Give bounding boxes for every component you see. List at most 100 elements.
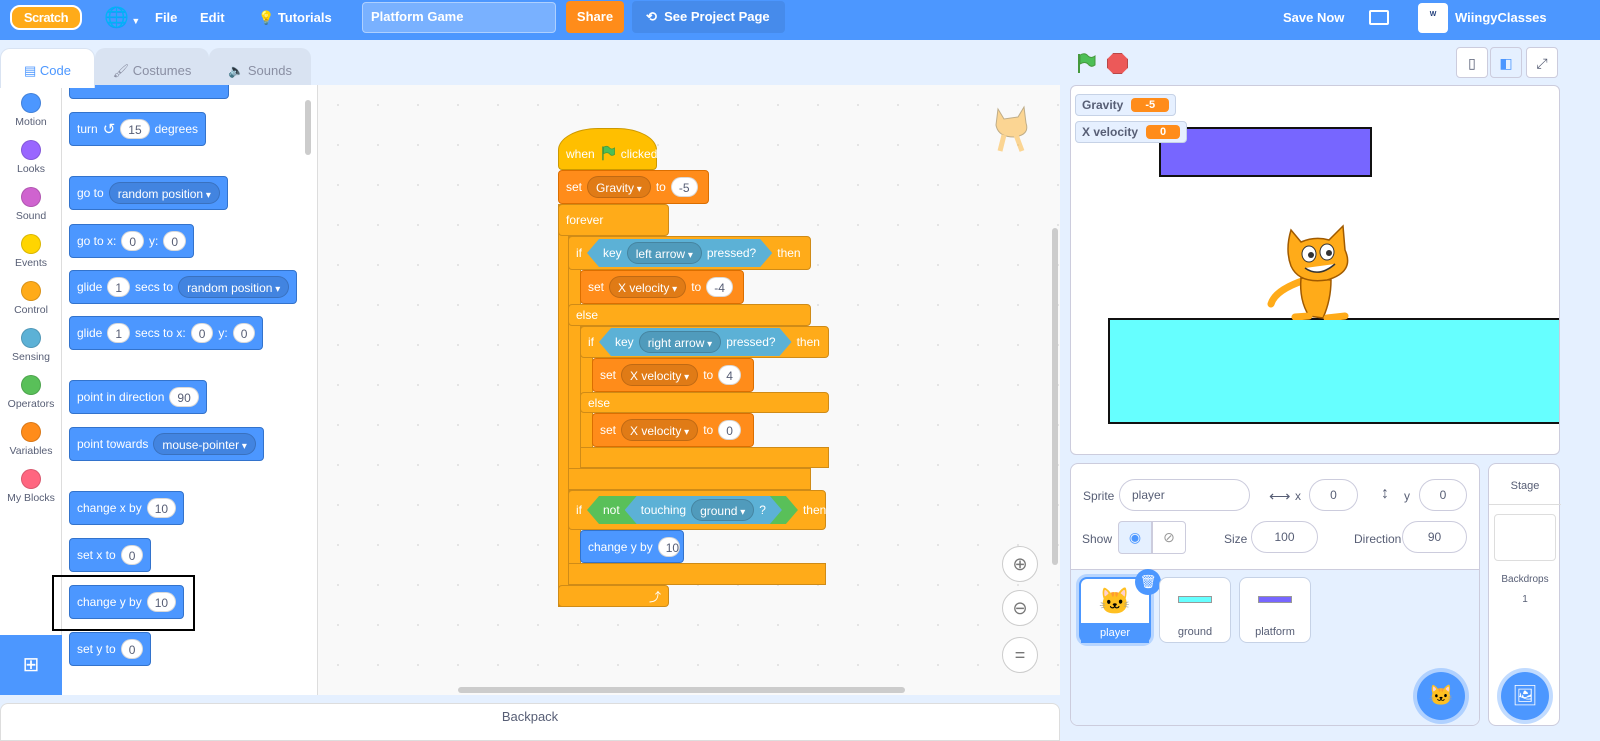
if-else-block[interactable]: if key left arrow pressed? then <box>568 236 811 270</box>
dropdown-menu[interactable]: ground <box>691 499 754 521</box>
choose-sprite-button[interactable]: 🐱 <box>1417 672 1465 720</box>
category-sensing[interactable]: Sensing <box>0 328 62 363</box>
number-input[interactable]: 1 <box>107 277 131 297</box>
fullscreen-button[interactable]: ⤢ <box>1526 47 1558 78</box>
dropdown-menu[interactable]: X velocity <box>609 276 687 298</box>
set-x-to-block[interactable]: set x to 0 <box>69 538 152 572</box>
stage-canvas[interactable]: Gravity -5 X velocity 0 <box>1070 85 1560 455</box>
zoom-out-button[interactable]: ⊖ <box>1002 590 1038 626</box>
point-towards-block[interactable]: point towards mouse-pointer <box>69 427 264 461</box>
set-y-to-block[interactable]: set y to 0 <box>69 632 152 666</box>
delete-sprite-button[interactable]: 🗑 <box>1135 569 1161 595</box>
number-input[interactable]: 0 <box>120 639 144 659</box>
number-input[interactable]: 10 <box>657 536 680 557</box>
choose-backdrop-button[interactable]: 🖼 <box>1501 672 1549 720</box>
tab-sounds[interactable]: 🔈 Sounds <box>209 48 311 88</box>
stage-selector[interactable]: Stage Backdrops 1 🖼 <box>1488 463 1561 726</box>
stop-button[interactable] <box>1107 53 1128 74</box>
number-input[interactable]: 0 <box>190 323 214 343</box>
number-input[interactable]: -5 <box>670 177 698 197</box>
tab-code[interactable]: ▤ Code <box>0 48 95 88</box>
edit-menu[interactable]: Edit <box>200 0 225 40</box>
number-input[interactable]: -4 <box>706 277 733 297</box>
inner-if-else-block[interactable]: if key right arrow pressed? then <box>580 326 829 358</box>
set-x-velocity-block[interactable]: set X velocity to 0 <box>592 413 754 447</box>
dropdown-menu[interactable]: random position <box>108 182 220 204</box>
direction-input[interactable]: 90 <box>1402 521 1467 553</box>
ground-sprite[interactable] <box>1108 318 1559 424</box>
platform-sprite[interactable] <box>1159 127 1372 177</box>
x-input[interactable]: 0 <box>1309 479 1358 511</box>
number-input[interactable]: 10 <box>146 498 177 518</box>
see-project-page-button[interactable]: ⟲ See Project Page <box>632 1 785 33</box>
dropdown-menu[interactable]: X velocity <box>621 364 699 386</box>
sprite-thumbnail-ground[interactable]: ground <box>1159 577 1231 643</box>
share-button[interactable]: Share <box>566 1 624 33</box>
hide-button[interactable]: ⊘ <box>1152 521 1186 554</box>
y-input[interactable]: 0 <box>1419 479 1467 511</box>
language-menu[interactable]: 🌐 ▼ <box>104 0 140 40</box>
avatar[interactable]: W <box>1418 3 1448 33</box>
my-stuff-folder-icon[interactable] <box>1369 10 1389 25</box>
category-motion[interactable]: Motion <box>0 93 62 128</box>
turn-degrees-block[interactable]: turn ↺ 15 degrees <box>69 112 206 146</box>
category-looks[interactable]: Looks <box>0 140 62 175</box>
category-operators[interactable]: Operators <box>0 375 62 410</box>
if-block[interactable]: if not touching ground? then <box>568 490 826 530</box>
green-flag-button[interactable] <box>1075 52 1097 74</box>
category-variables[interactable]: Variables <box>0 422 62 457</box>
add-extension-button[interactable]: ⊞ <box>0 635 62 695</box>
project-title-input[interactable]: Platform Game <box>362 2 556 33</box>
dropdown-menu[interactable]: mouse-pointer <box>153 433 256 455</box>
number-input[interactable]: 4 <box>718 365 741 385</box>
else-label[interactable]: else <box>568 304 811 326</box>
dropdown-menu[interactable]: right arrow <box>639 331 722 353</box>
go-to-block[interactable]: go to random position <box>69 176 228 210</box>
save-now-button[interactable]: Save Now <box>1283 0 1344 40</box>
script-vertical-scrollbar[interactable] <box>1052 228 1058 565</box>
number-input[interactable]: 90 <box>169 387 199 407</box>
backdrop-thumbnail[interactable] <box>1494 514 1556 561</box>
dropdown-menu[interactable]: left arrow <box>627 242 702 264</box>
zoom-reset-button[interactable]: = <box>1002 637 1038 673</box>
category-control[interactable]: Control <box>0 281 62 316</box>
number-input[interactable]: 0 <box>163 231 187 251</box>
player-cat-sprite[interactable] <box>1265 220 1365 320</box>
category-sound[interactable]: Sound <box>0 187 62 222</box>
palette-scrollbar[interactable] <box>305 100 311 155</box>
dropdown-menu[interactable]: X velocity <box>621 419 699 441</box>
tutorials-menu[interactable]: 💡 Tutorials <box>258 0 332 40</box>
when-flag-clicked-block[interactable]: when clicked <box>558 128 657 170</box>
dropdown-menu[interactable]: Gravity <box>587 176 651 198</box>
number-input[interactable]: 0 <box>121 231 145 251</box>
number-input[interactable]: 15 <box>120 119 150 139</box>
sensing-boolean-reporter[interactable]: key right arrow pressed? <box>599 328 792 356</box>
number-input[interactable]: 0 <box>718 420 741 440</box>
dropdown-menu[interactable]: random position <box>178 276 290 298</box>
glide-to-xy-block[interactable]: glide 1 secs to x: 0 y: 0 <box>69 316 264 350</box>
change-y-by-block[interactable]: change y by 10 <box>580 530 684 563</box>
size-input[interactable]: 100 <box>1251 521 1318 553</box>
small-stage-button[interactable]: ▯ <box>1456 47 1488 78</box>
show-visible-button[interactable]: ◉ <box>1118 521 1152 554</box>
point-in-direction-block[interactable]: point in direction 90 <box>69 380 207 414</box>
operators-boolean-reporter[interactable]: not touching ground? <box>587 496 798 524</box>
set-gravity-block[interactable]: set Gravity to -5 <box>558 170 709 204</box>
zoom-in-button[interactable]: ⊕ <box>1002 546 1038 582</box>
sensing-boolean-reporter[interactable]: touching ground? <box>625 496 782 524</box>
set-x-velocity-block[interactable]: set X velocity to -4 <box>580 270 744 304</box>
category-events[interactable]: Events <box>0 234 62 269</box>
gravity-monitor[interactable]: Gravity -5 <box>1075 94 1177 116</box>
change-x-by-block[interactable]: change x by 10 <box>69 491 185 525</box>
number-input[interactable]: 1 <box>107 323 131 343</box>
script-horizontal-scrollbar[interactable] <box>458 687 905 693</box>
file-menu[interactable]: File <box>155 0 177 40</box>
forever-block[interactable]: forever <box>558 204 669 236</box>
sensing-boolean-reporter[interactable]: key left arrow pressed? <box>587 239 772 267</box>
x-velocity-monitor[interactable]: X velocity 0 <box>1075 121 1188 143</box>
username-menu[interactable]: WiingyClasses <box>1455 0 1547 40</box>
forever-end[interactable]: ⤴ <box>558 585 669 607</box>
tab-costumes[interactable]: 🖌 Costumes <box>95 48 209 88</box>
number-input[interactable]: 0 <box>120 545 144 565</box>
scratch-logo[interactable]: Scratch <box>10 5 82 30</box>
